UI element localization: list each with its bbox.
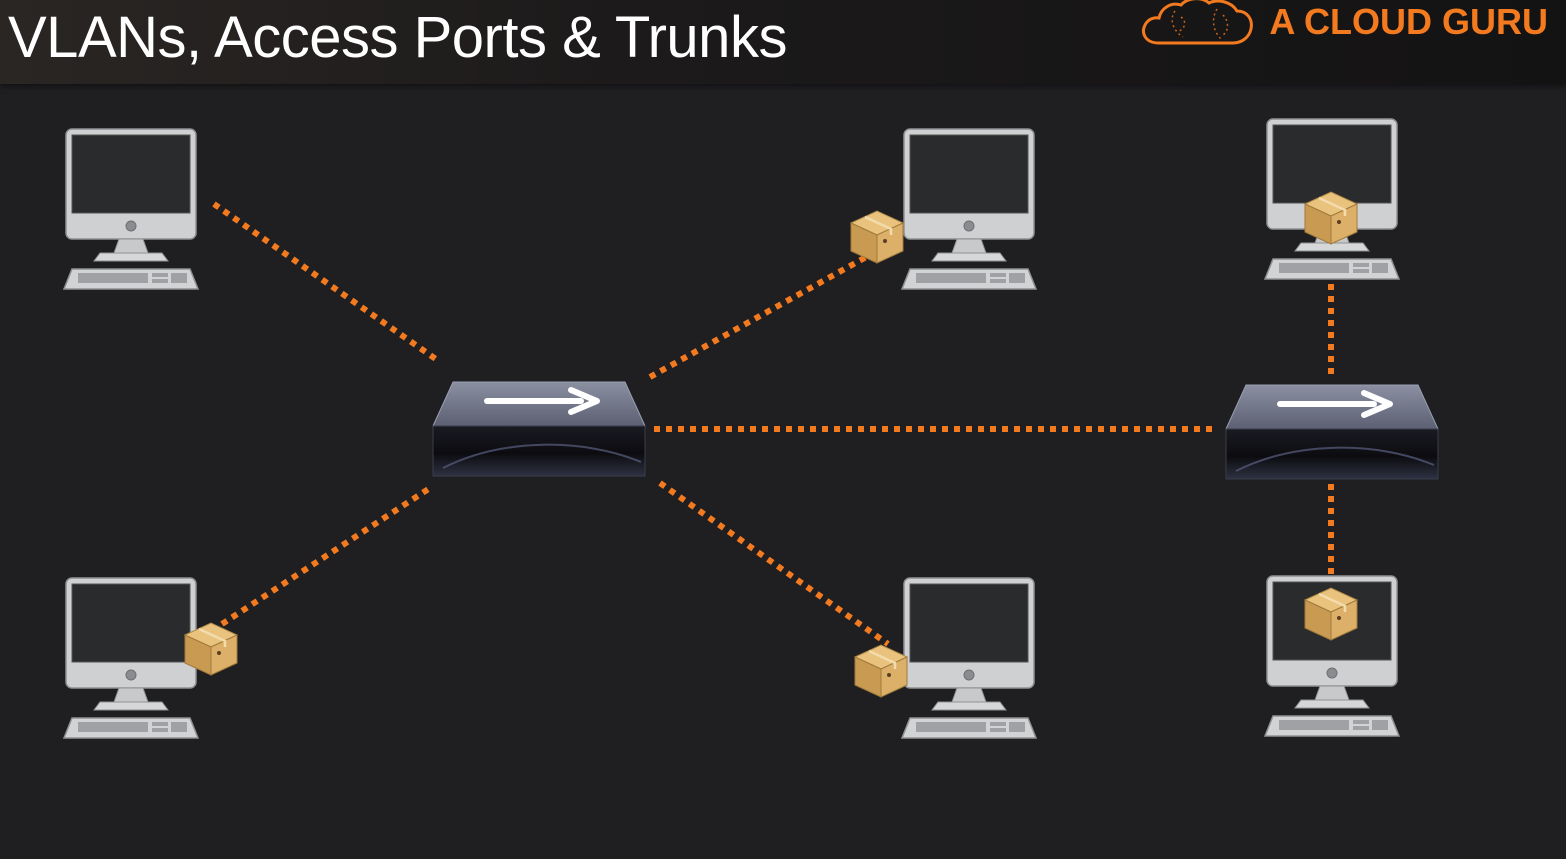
link-switch-left-to-pc-top-middle (648, 253, 870, 380)
computer-icon (901, 128, 1037, 290)
package-icon (853, 643, 909, 699)
switch-right (1226, 385, 1438, 479)
packet-bottom-middle (853, 643, 909, 699)
computer-top-left (63, 128, 199, 290)
computer-bottom-left (63, 577, 199, 739)
packet-top-middle (849, 209, 905, 265)
network-links (212, 201, 1334, 647)
switch-icon (1226, 385, 1438, 479)
computer-icon (63, 128, 199, 290)
link-pc-bottom-left-to-switch-left (220, 485, 432, 627)
slide: VLANs, Access Ports & Trunks A CLOUD GUR… (0, 0, 1566, 859)
link-pc-top-left-to-switch-left (212, 201, 442, 365)
computer-icon (901, 577, 1037, 739)
network-diagram (63, 118, 1566, 739)
switch-icon (433, 382, 645, 476)
package-icon (849, 209, 905, 265)
switch-left (433, 382, 645, 476)
computer-bottom-middle (901, 577, 1037, 739)
computer-top-middle (901, 128, 1037, 290)
computer-icon (63, 577, 199, 739)
link-switch-left-to-pc-bottom-middle (658, 480, 890, 647)
